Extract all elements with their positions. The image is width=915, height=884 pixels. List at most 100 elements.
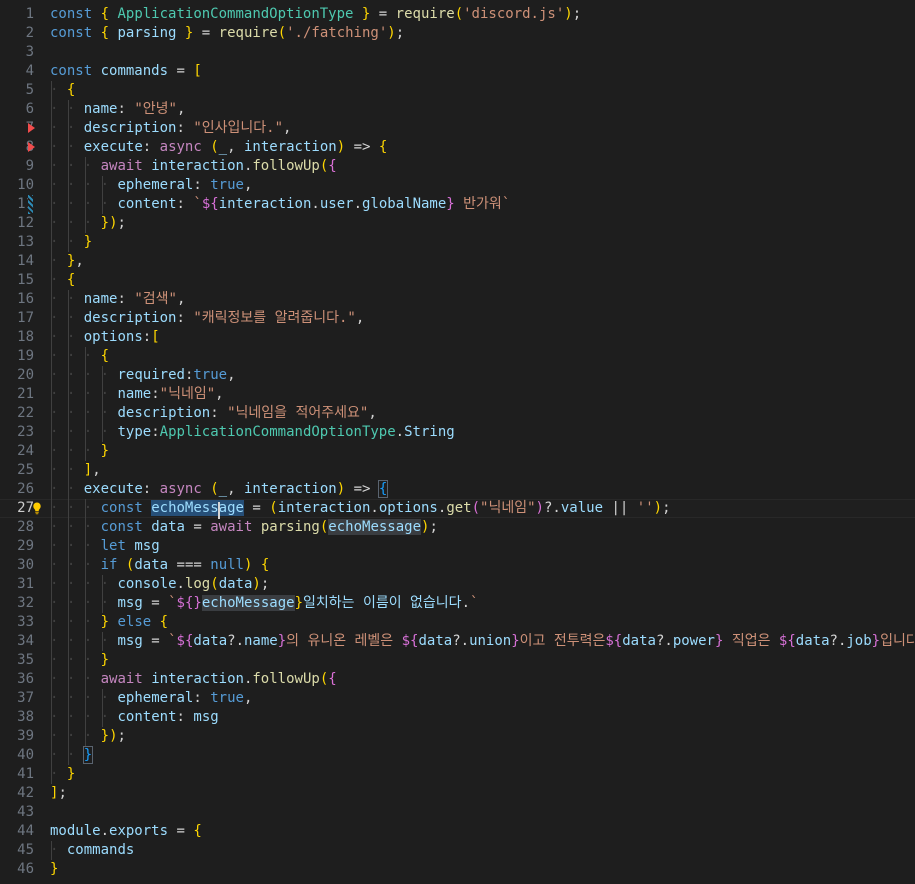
code-text[interactable]: · · · · msg = `${}echoMessage}일치하는 이름이 없… <box>50 594 478 613</box>
code-text[interactable]: · · · if (data === null) { <box>50 556 269 575</box>
code-line[interactable]: 41 · } <box>0 765 915 784</box>
code-text[interactable]: · · · let msg <box>50 537 160 556</box>
code-line[interactable]: 2 const { parsing } = require('./fatching… <box>0 24 915 43</box>
code-line[interactable]: 36 · · · await interaction.followUp({ <box>0 670 915 689</box>
code-text[interactable]: module.exports = { <box>50 822 202 841</box>
code-line[interactable]: 35 · · · } <box>0 651 915 670</box>
line-number-44: 44 <box>17 823 34 839</box>
code-line[interactable]: 25 · · ], <box>0 461 915 480</box>
code-text[interactable]: const { parsing } = require('./fatching'… <box>50 24 404 43</box>
code-line[interactable]: 45 · commands <box>0 841 915 860</box>
code-line[interactable]: 42]; <box>0 784 915 803</box>
red-triangle-icon[interactable] <box>26 119 48 138</box>
lightbulb-icon[interactable] <box>26 499 48 518</box>
code-text[interactable]: · · · · msg = `${data?.name}의 유니온 레벨은 ${… <box>50 632 915 651</box>
code-text[interactable]: · · · · ephemeral: true, <box>50 176 252 195</box>
code-text[interactable]: · · · const data = await parsing(echoMes… <box>50 518 438 537</box>
code-line[interactable]: 22 · · · · description: "닉네임을 적어주세요", <box>0 404 915 423</box>
code-line[interactable]: 37 · · · · ephemeral: true, <box>0 689 915 708</box>
code-text[interactable]: ]; <box>50 784 67 803</box>
code-text[interactable]: · · · · ephemeral: true, <box>50 689 252 708</box>
code-editor[interactable]: 1 const { ApplicationCommandOptionType } … <box>0 0 915 884</box>
code-text[interactable]: const { ApplicationCommandOptionType } =… <box>50 5 581 24</box>
code-line[interactable]: 5 · { <box>0 81 915 100</box>
code-line[interactable]: 20 · · · · required:true, <box>0 366 915 385</box>
code-text[interactable]: · · · } <box>50 442 109 461</box>
code-text[interactable]: · · · · required:true, <box>50 366 236 385</box>
code-line[interactable]: 26 · · execute: async (_, interaction) =>… <box>0 480 915 499</box>
code-line[interactable]: 24 · · · } <box>0 442 915 461</box>
code-text[interactable]: · · · } <box>50 651 109 670</box>
blue-stripe-icon[interactable] <box>26 195 48 214</box>
code-text[interactable]: · · name: "안녕", <box>50 100 185 119</box>
code-text[interactable]: · · ], <box>50 461 101 480</box>
red-triangle-icon[interactable] <box>26 138 48 157</box>
code-line[interactable]: 34 · · · · msg = `${data?.name}의 유니온 레벨은 … <box>0 632 915 651</box>
code-line[interactable]: 40 · · } <box>0 746 915 765</box>
code-line[interactable]: 30 · · · if (data === null) { <box>0 556 915 575</box>
code-text[interactable]: · · · · name:"닉네임", <box>50 385 224 404</box>
code-line[interactable]: 14 · }, <box>0 252 915 271</box>
code-line[interactable]: 28 · · · const data = await parsing(echoM… <box>0 518 915 537</box>
code-text[interactable]: · · · }); <box>50 214 126 233</box>
code-line[interactable]: 27 · · · const echoMessage = (interaction… <box>0 499 915 519</box>
code-text[interactable]: · · · await interaction.followUp({ <box>50 670 337 689</box>
code-line[interactable]: 7 · · description: "인사입니다.", <box>0 119 915 138</box>
line-number-18: 18 <box>17 329 34 345</box>
code-text[interactable]: · · · await interaction.followUp({ <box>50 157 337 176</box>
code-line[interactable]: 33 · · · } else { <box>0 613 915 632</box>
code-text[interactable]: · · description: "인사입니다.", <box>50 119 291 138</box>
code-line[interactable]: 1 const { ApplicationCommandOptionType } … <box>0 5 915 24</box>
code-text[interactable]: · · · · console.log(data); <box>50 575 269 594</box>
code-text[interactable]: · · · }); <box>50 727 126 746</box>
code-text[interactable]: · · execute: async (_, interaction) => { <box>50 138 387 157</box>
code-text[interactable]: · · execute: async (_, interaction) => { <box>50 480 389 499</box>
line-number-15: 15 <box>17 272 34 288</box>
code-text[interactable]: · · description: "캐릭정보를 알려줍니다.", <box>50 309 364 328</box>
code-line[interactable]: 11 · · · · content: `${interaction.user.g… <box>0 195 915 214</box>
code-line[interactable]: 23 · · · · type:ApplicationCommandOptionT… <box>0 423 915 442</box>
code-line[interactable]: 12 · · · }); <box>0 214 915 233</box>
code-line[interactable]: 19 · · · { <box>0 347 915 366</box>
code-text[interactable]: · · · · type:ApplicationCommandOptionTyp… <box>50 423 455 442</box>
code-lines-container[interactable]: 1 const { ApplicationCommandOptionType } … <box>0 5 915 879</box>
code-line[interactable]: 21 · · · · name:"닉네임", <box>0 385 915 404</box>
code-text[interactable]: · · · } else { <box>50 613 168 632</box>
code-line[interactable]: 29 · · · let msg <box>0 537 915 556</box>
word-match-highlight: echoMessage <box>201 595 295 611</box>
code-line[interactable]: 15 · { <box>0 271 915 290</box>
code-text[interactable]: } <box>50 860 58 879</box>
code-text[interactable]: · · name: "검색", <box>50 290 185 309</box>
code-text[interactable]: · · · { <box>50 347 109 366</box>
code-text[interactable]: · } <box>50 765 75 784</box>
code-text[interactable]: · · · · content: `${interaction.user.glo… <box>50 195 510 214</box>
code-line[interactable]: 46} <box>0 860 915 879</box>
code-line[interactable]: 32 · · · · msg = `${}echoMessage}일치하는 이름이… <box>0 594 915 613</box>
code-text[interactable]: · { <box>50 271 75 290</box>
code-line[interactable]: 18 · · options:[ <box>0 328 915 347</box>
code-line[interactable]: 8 · · execute: async (_, interaction) => … <box>0 138 915 157</box>
code-text[interactable]: · { <box>50 81 75 100</box>
code-line[interactable]: 16 · · name: "검색", <box>0 290 915 309</box>
code-line[interactable]: 31 · · · · console.log(data); <box>0 575 915 594</box>
code-line[interactable]: 6 · · name: "안녕", <box>0 100 915 119</box>
code-line[interactable]: 9 · · · await interaction.followUp({ <box>0 157 915 176</box>
code-line[interactable]: 4 const commands = [ <box>0 62 915 81</box>
code-line[interactable]: 43 <box>0 803 915 822</box>
code-line[interactable]: 38 · · · · content: msg <box>0 708 915 727</box>
code-text[interactable]: const commands = [ <box>50 62 202 81</box>
code-text[interactable]: · · · · description: "닉네임을 적어주세요", <box>50 404 377 423</box>
code-text[interactable]: · · } <box>50 746 94 765</box>
code-text[interactable]: · commands <box>50 841 134 860</box>
code-text[interactable]: · · } <box>50 233 92 252</box>
code-line[interactable]: 10 · · · · ephemeral: true, <box>0 176 915 195</box>
code-text[interactable]: · · options:[ <box>50 328 160 347</box>
code-text[interactable]: · · · const echoMessage = (interaction.o… <box>50 499 671 519</box>
code-line[interactable]: 13 · · } <box>0 233 915 252</box>
code-line[interactable]: 44 module.exports = { <box>0 822 915 841</box>
code-text[interactable]: · }, <box>50 252 84 271</box>
code-line[interactable]: 17 · · description: "캐릭정보를 알려줍니다.", <box>0 309 915 328</box>
code-line[interactable]: 39 · · · }); <box>0 727 915 746</box>
code-text[interactable]: · · · · content: msg <box>50 708 219 727</box>
code-line[interactable]: 3 <box>0 43 915 62</box>
